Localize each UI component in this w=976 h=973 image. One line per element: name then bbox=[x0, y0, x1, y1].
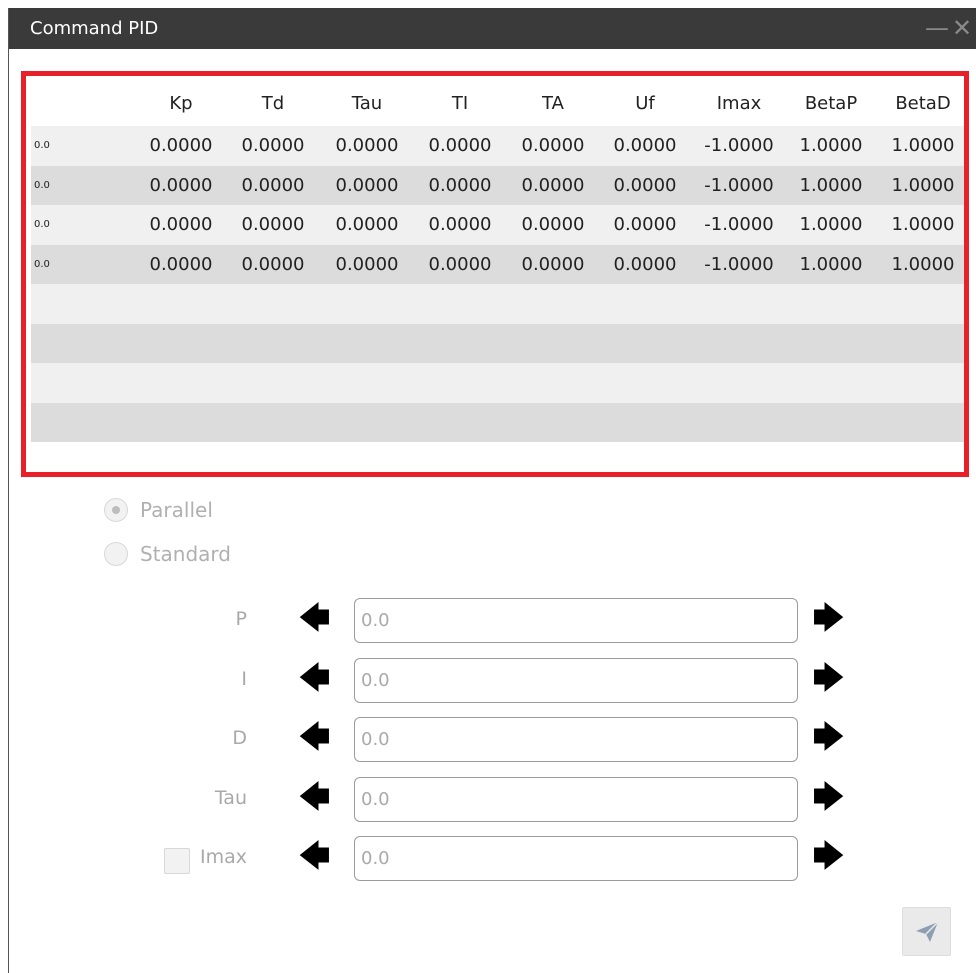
table-cell: 0.0000 bbox=[149, 135, 213, 156]
table-row[interactable] bbox=[31, 402, 964, 442]
arrow-right-icon[interactable]: 🡆 bbox=[813, 604, 844, 634]
table-row[interactable] bbox=[31, 323, 964, 363]
radio-label-parallel: Parallel bbox=[140, 498, 213, 522]
window-title: Command PID bbox=[30, 18, 159, 39]
imax-checkbox[interactable] bbox=[164, 848, 190, 874]
row-index: 0.0 bbox=[34, 140, 50, 151]
arrow-left-icon[interactable]: 🡄 bbox=[299, 663, 330, 694]
param-input-i[interactable] bbox=[354, 657, 798, 703]
row-index: 0.0 bbox=[34, 258, 50, 270]
table-cell: 0.0000 bbox=[241, 214, 305, 235]
radio-standard[interactable]: Standard bbox=[104, 542, 231, 566]
param-row-p: P 🡄 🡆 bbox=[9, 596, 976, 646]
table-cell: -1.0000 bbox=[704, 174, 774, 196]
table-cell: 0.0000 bbox=[613, 174, 677, 196]
table-cell: 0.0000 bbox=[428, 174, 492, 196]
table-cell: 0.0000 bbox=[335, 174, 399, 196]
table-header: Kp Td Tau TI TA Uf Imax BetaP BetaD bbox=[31, 81, 964, 126]
table-cell: 1.0000 bbox=[799, 253, 863, 275]
param-input-imax[interactable] bbox=[354, 836, 798, 881]
table-cell: 0.0000 bbox=[241, 135, 305, 156]
param-label: I bbox=[241, 667, 247, 690]
table-row[interactable]: 0.0 0.0000 0.0000 0.0000 0.0000 0.0000 0.0000 -… bbox=[31, 126, 964, 166]
table-cell: -1.0000 bbox=[704, 135, 774, 156]
param-input-tau[interactable] bbox=[354, 776, 798, 822]
arrow-left-icon[interactable]: 🡄 bbox=[299, 604, 330, 634]
param-label: Tau bbox=[214, 786, 247, 809]
table-row[interactable] bbox=[31, 284, 964, 324]
table-cell: 1.0000 bbox=[891, 253, 955, 275]
minimize-icon[interactable]: — bbox=[925, 14, 949, 42]
row-index: 0.0 bbox=[34, 179, 50, 191]
table-cell: 1.0000 bbox=[799, 135, 863, 156]
table-cell: 1.0000 bbox=[891, 174, 955, 196]
table-cell: 0.0000 bbox=[521, 135, 585, 156]
table-cell: 0.0000 bbox=[521, 214, 585, 235]
table-cell: 0.0000 bbox=[428, 214, 492, 235]
column-header: Td bbox=[261, 93, 285, 114]
arrow-right-icon[interactable]: 🡆 bbox=[813, 723, 844, 753]
arrow-left-icon[interactable]: 🡄 bbox=[299, 782, 330, 813]
param-row-imax: Imax 🡄 🡆 bbox=[9, 834, 976, 884]
column-header: Imax bbox=[716, 93, 762, 114]
param-input-p[interactable] bbox=[354, 598, 798, 643]
column-header: BetaD bbox=[895, 93, 951, 114]
column-header: Kp bbox=[169, 93, 193, 114]
param-input-d[interactable] bbox=[354, 717, 798, 762]
table-cell: 0.0000 bbox=[521, 174, 585, 196]
radio-button-standard[interactable] bbox=[104, 542, 128, 566]
param-row-d: D 🡄 🡆 bbox=[9, 715, 976, 765]
param-label: Imax bbox=[200, 846, 247, 868]
pid-table: Kp Td Tau TI TA Uf Imax BetaP BetaD 0.0 0… bbox=[31, 81, 964, 442]
close-icon[interactable]: ✕ bbox=[952, 14, 972, 42]
table-row[interactable]: 0.0 0.0000 0.0000 0.0000 0.0000 0.0000 0.0000 -… bbox=[31, 205, 964, 245]
arrow-left-icon[interactable]: 🡄 bbox=[299, 723, 330, 753]
table-cell: 0.0000 bbox=[613, 214, 677, 235]
table-cell: 0.0000 bbox=[241, 253, 305, 275]
param-row-tau: Tau 🡄 🡆 bbox=[9, 775, 976, 825]
table-cell: 0.0000 bbox=[241, 174, 305, 196]
param-label: P bbox=[235, 608, 247, 630]
table-cell: 0.0000 bbox=[428, 253, 492, 275]
table-cell: 0.0000 bbox=[613, 135, 677, 156]
table-cell: 1.0000 bbox=[799, 174, 863, 196]
column-header: BetaP bbox=[804, 93, 858, 114]
column-header: Uf bbox=[635, 93, 655, 114]
send-button[interactable] bbox=[902, 907, 951, 956]
table-row[interactable] bbox=[31, 363, 964, 403]
table-cell: -1.0000 bbox=[704, 214, 774, 235]
table-cell: 1.0000 bbox=[891, 135, 955, 156]
table-cell: 0.0000 bbox=[149, 214, 213, 235]
pid-table-container: Kp Td Tau TI TA Uf Imax BetaP BetaD 0.0 0… bbox=[21, 71, 969, 477]
column-header: TA bbox=[542, 93, 564, 114]
table-cell: 0.0000 bbox=[335, 135, 399, 156]
table-cell: 0.0000 bbox=[428, 135, 492, 156]
table-cell: 1.0000 bbox=[799, 214, 863, 235]
column-header: Tau bbox=[351, 93, 383, 114]
arrow-left-icon[interactable]: 🡄 bbox=[299, 842, 330, 872]
send-icon bbox=[916, 921, 939, 942]
radio-button-parallel[interactable] bbox=[104, 498, 128, 522]
table-cell: 0.0000 bbox=[521, 253, 585, 275]
table-cell: 0.0000 bbox=[149, 253, 213, 275]
command-pid-window: Command PID — ✕ Kp Td Tau TI TA Uf Imax … bbox=[8, 8, 976, 973]
table-cell: 0.0000 bbox=[149, 174, 213, 196]
table-cell: 1.0000 bbox=[891, 214, 955, 235]
table-cell: 0.0000 bbox=[613, 253, 677, 275]
arrow-right-icon[interactable]: 🡆 bbox=[813, 842, 844, 872]
table-row[interactable]: 0.0 0.0000 0.0000 0.0000 0.0000 0.0000 0.0000 -… bbox=[31, 244, 964, 284]
table-cell: 0.0000 bbox=[335, 253, 399, 275]
param-row-i: I 🡄 🡆 bbox=[9, 656, 976, 706]
row-index: 0.0 bbox=[34, 219, 50, 230]
radio-label-standard: Standard bbox=[140, 542, 231, 566]
table-row[interactable]: 0.0 0.0000 0.0000 0.0000 0.0000 0.0000 0.0000 -… bbox=[31, 165, 964, 205]
table-cell: -1.0000 bbox=[704, 253, 774, 275]
radio-parallel[interactable]: Parallel bbox=[104, 498, 213, 522]
param-label: D bbox=[232, 727, 247, 749]
table-cell: 0.0000 bbox=[335, 214, 399, 235]
arrow-right-icon[interactable]: 🡆 bbox=[813, 782, 844, 813]
title-bar[interactable]: Command PID — ✕ bbox=[9, 8, 976, 49]
arrow-right-icon[interactable]: 🡆 bbox=[813, 663, 844, 694]
column-header: TI bbox=[451, 93, 469, 114]
